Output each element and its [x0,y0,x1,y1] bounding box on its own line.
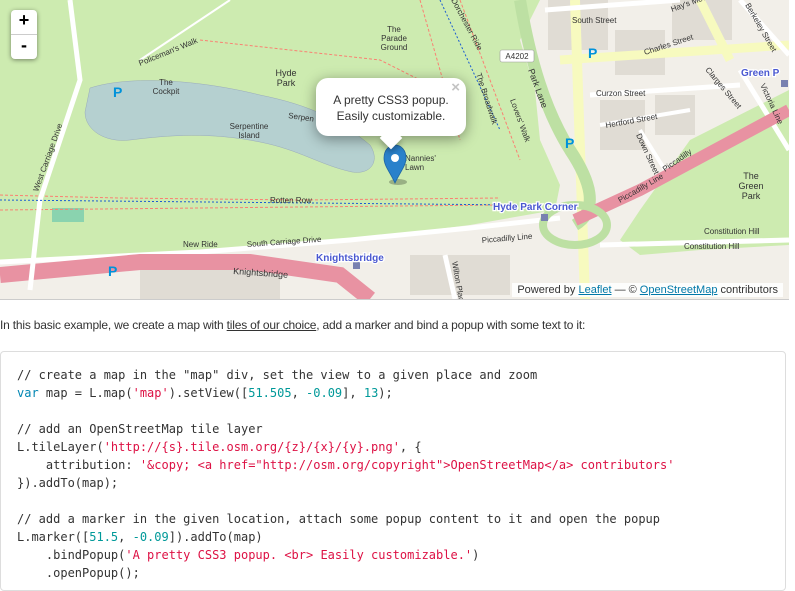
label-south-street: South Street [572,16,617,25]
popup-line-1: A pretty CSS3 popup. [333,93,449,107]
code-line: }).addTo(map); [17,476,119,490]
label-curzon-street: Curzon Street [596,89,646,98]
zoom-in-button[interactable]: + [11,10,37,34]
intro-paragraph: In this basic example, we create a map w… [0,318,585,332]
label-hyde-park-corner: Hyde Park Corner [493,202,578,213]
label-knightsbridge-station: Knightsbridge [316,253,384,264]
popup-content: A pretty CSS3 popup. Easily customizable… [316,92,466,124]
code-line: // add an OpenStreetMap tile layer [17,422,263,436]
tiles-of-our-choice-link[interactable]: tiles of our choice [227,318,317,332]
map-attribution: Powered by Leaflet — © OpenStreetMap con… [512,283,783,297]
code-line: L.tileLayer('http://{s}.tile.osm.org/{z}… [17,440,422,454]
zoom-out-button[interactable]: - [11,34,37,59]
map-container[interactable]: The Parade Ground Hyde Park Policeman's Wal… [0,0,789,300]
osm-link[interactable]: OpenStreetMap [640,284,718,296]
label-hyde-park: Hyde Park [275,68,296,88]
pitch-area [52,208,84,222]
map-tiles[interactable]: The Parade Ground Hyde Park Policeman's Wal… [0,0,789,299]
parking-icon: P [588,45,597,61]
code-line: L.marker([51.5, -0.09]).addTo(map) [17,530,263,544]
label-constitution-hill-2: Constitution Hill [704,227,760,236]
code-line: .openPopup(); [17,566,140,580]
attribution-separator: — © [614,284,637,296]
parking-icon: P [108,263,117,279]
code-line: var map = L.map('map').setView([51.505, … [17,386,393,400]
code-line: // add a marker in the given location, a… [17,512,660,526]
label-a4202: A4202 [505,52,529,61]
code-block: // create a map in the "map" div, set th… [0,351,786,591]
attribution-prefix: Powered by [517,284,576,296]
leaflet-link[interactable]: Leaflet [578,284,611,296]
zoom-control: + - [11,10,37,59]
intro-text-before: In this basic example, we create a map w… [0,318,224,332]
code-line: .bindPopup('A pretty CSS3 popup. <br> Ea… [17,548,480,562]
green-park-station-icon [781,80,788,87]
popup-line-2: Easily customizable. [336,109,446,123]
attribution-suffix: contributors [720,284,778,296]
intro-text-after: , add a marker and bind a popup with som… [316,318,586,332]
label-rotten-row: Rotten Row [270,196,312,205]
code-line: // create a map in the "map" div, set th… [17,368,538,382]
label-constitution-hill: Constitution Hill [684,242,740,251]
parking-icon: P [113,84,122,100]
code-line: attribution: '&copy; <a href="http://osm… [17,458,675,472]
map-popup: × A pretty CSS3 popup. Easily customizab… [316,78,466,150]
label-new-ride: New Ride [183,240,218,249]
hyde-park-corner-station-icon [541,214,548,221]
parking-icon: P [565,135,574,151]
label-green-park-station: Green P [741,68,780,79]
